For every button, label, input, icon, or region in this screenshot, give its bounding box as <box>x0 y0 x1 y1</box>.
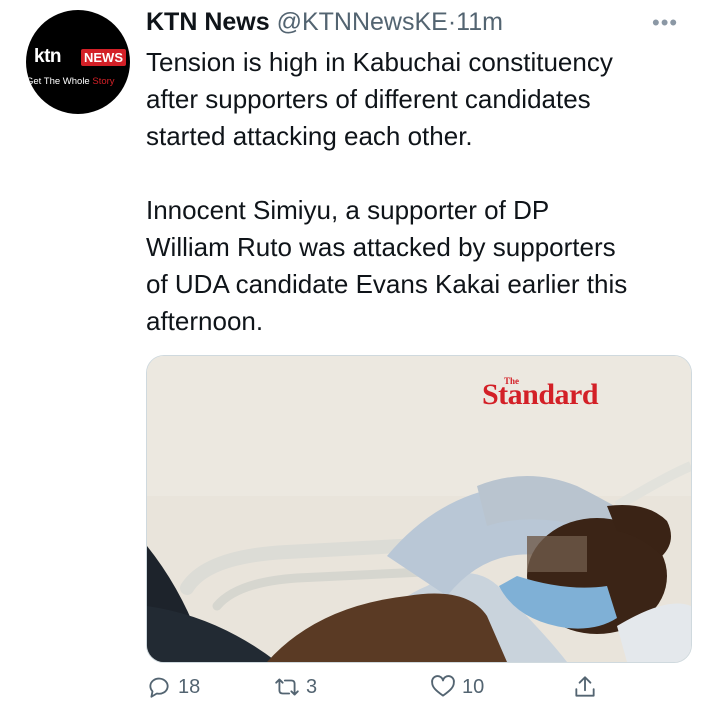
tweet-text: Tension is high in Kabuchai constituency… <box>146 47 628 336</box>
avatar-tagline-end: Story <box>92 76 115 87</box>
author-handle[interactable]: @KTNNewsKE <box>277 8 448 36</box>
like-button[interactable]: 10 <box>430 674 484 700</box>
share-button[interactable] <box>572 674 598 700</box>
separator-dot: · <box>447 8 457 36</box>
retweet-count: 3 <box>306 675 318 698</box>
tweet-time[interactable]: 11m <box>456 8 503 36</box>
retweet-icon <box>275 678 299 696</box>
standard-watermark: The Standard <box>482 376 599 412</box>
watermark-the: The <box>504 376 520 386</box>
reply-count: 18 <box>178 675 201 698</box>
watermark-standard: Standard <box>482 378 599 411</box>
retweet-button[interactable]: 3 <box>274 674 317 700</box>
like-icon <box>431 675 455 697</box>
avatar-tagline: Get The Whole Story <box>26 76 130 87</box>
reply-button[interactable]: 18 <box>146 674 200 700</box>
avatar-tagline-start: Get The Whole <box>26 76 93 87</box>
avatar[interactable]: ktn NEWS Get The Whole Story <box>26 10 130 114</box>
tweet-actions: 18 3 10 <box>146 674 706 708</box>
avatar-logo-news: NEWS <box>81 49 126 66</box>
like-count: 10 <box>462 675 485 698</box>
more-icon[interactable]: ••• <box>652 10 678 36</box>
reply-icon <box>149 677 169 698</box>
tweet-header: KTN News @KTNNewsKE·11m <box>146 8 503 37</box>
avatar-logo-ktn: ktn <box>34 46 62 67</box>
share-icon <box>575 676 595 697</box>
tweet-media-image[interactable] <box>146 355 692 663</box>
author-name[interactable]: KTN News <box>146 8 270 36</box>
photo-illustration <box>147 356 691 662</box>
